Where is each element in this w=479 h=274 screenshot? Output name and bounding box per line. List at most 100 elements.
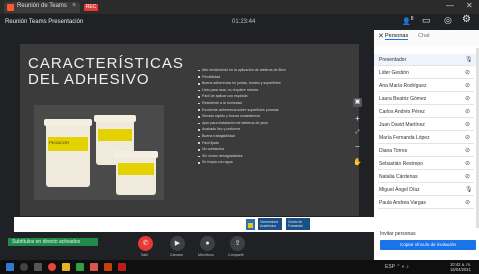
people-icon[interactable]: 👤8 (402, 16, 414, 25)
participant-row[interactable]: María Fernanda López ⊘ (374, 132, 476, 144)
zoom-out-icon[interactable]: − (353, 142, 362, 151)
settings-icon[interactable]: ⚙ (462, 14, 471, 25)
row-divider (378, 156, 474, 157)
product-jar-label (118, 163, 154, 175)
product-jar-lid (94, 115, 136, 122)
participant-row[interactable]: Paula Andrea Vargas ⊘ (374, 197, 476, 209)
activities-icon[interactable]: ◎ (444, 15, 452, 26)
mic-off-icon[interactable]: ⊘ (465, 160, 470, 167)
tab-people[interactable]: Personas (385, 33, 409, 40)
participant-row[interactable]: Carlos Andrés Pérez ⊘ (374, 106, 476, 118)
participant-row[interactable]: Lider Gestión ⊘ (374, 67, 476, 79)
mic-off-icon[interactable]: ⊘ (465, 121, 470, 128)
row-divider (378, 169, 474, 170)
product-jar (116, 155, 156, 195)
share-screen-label: Compartir (228, 253, 244, 257)
app-taskbar-icon[interactable] (90, 263, 98, 271)
camera-label: Cámara (170, 253, 183, 257)
participant-row[interactable]: Sebastián Restrepo ⊘ (374, 158, 476, 170)
participant-row[interactable]: Diana Torres ⊘ (374, 145, 476, 157)
browser-tab[interactable]: Reunión de Teams × (4, 2, 80, 13)
participant-name: María Fernanda López (379, 135, 430, 141)
participant-row[interactable]: Laura Beatriz Gómez ⊘ (374, 93, 476, 105)
call-controls-bar (0, 232, 374, 260)
participant-row[interactable]: Juan David Martínez ⊘ (374, 119, 476, 131)
zoom-fit-icon[interactable]: ⤢ (353, 128, 362, 137)
mic-off-icon[interactable]: ⊘ (465, 108, 470, 115)
explorer-taskbar-icon[interactable] (62, 263, 70, 271)
feature-item: Buena trabajabilidad (198, 133, 348, 140)
system-tray[interactable]: ESP ⌃ ◐ ♪ (385, 264, 409, 270)
feature-item: Fácil lijado (198, 140, 348, 147)
copy-invite-link-button[interactable]: Copiar vínculo de invitación (380, 240, 476, 250)
zoom-in-icon[interactable]: + (353, 114, 362, 123)
camera-button[interactable]: ▶ (170, 236, 185, 251)
participant-name: Natalia Cárdenas (379, 174, 418, 180)
leave-call-button[interactable]: ✆ (138, 236, 153, 251)
app-taskbar-icon[interactable] (118, 263, 126, 271)
row-divider (378, 117, 474, 118)
product-jar-label (98, 129, 132, 141)
clock-date: 15/04/2021 (450, 267, 471, 272)
meeting-name: Reunión Teams Presentación (5, 19, 84, 25)
panel-close-icon[interactable]: ✕ (378, 32, 384, 40)
feature-item: Secado rápido y buena consistencia (198, 113, 348, 120)
recording-badge: REC (84, 4, 98, 11)
window-close-icon[interactable]: ✕ (466, 1, 473, 10)
mic-off-icon[interactable]: ⊘ (465, 82, 470, 89)
row-divider (378, 91, 474, 92)
microphone-label: Micrófono (198, 253, 214, 257)
row-divider (378, 195, 474, 196)
mic-off-icon[interactable]: ⊘ (465, 95, 470, 102)
slide-footer (14, 217, 374, 232)
participant-row[interactable]: Miguel Ángel Díaz 🎙 (374, 184, 476, 196)
chat-icon[interactable]: ▭ (422, 15, 431, 26)
browser-taskbar-icon[interactable] (48, 263, 56, 271)
search-icon[interactable] (20, 263, 28, 271)
mic-off-icon[interactable]: ⊘ (465, 69, 470, 76)
product-jar (46, 123, 90, 187)
feature-list: Alto rendimiento en la aplicación de tab… (198, 67, 348, 166)
mic-on-icon[interactable]: 🎙 (465, 186, 473, 193)
feature-item: Excelente adherencia sobre superficies p… (198, 107, 348, 114)
app-taskbar-icon[interactable] (104, 263, 112, 271)
hand-tool-icon[interactable]: ✋ (353, 158, 362, 167)
tab-favicon-icon (7, 4, 14, 11)
mic-off-icon[interactable]: ⊘ (465, 134, 470, 141)
feature-item: Resistente a la humedad (198, 100, 348, 107)
window-minimize-icon[interactable]: — (446, 1, 454, 10)
leave-call-label: Salir (141, 253, 149, 257)
slide-title-line1: CARACTERÍSTICAS (28, 55, 184, 72)
fullscreen-icon[interactable]: ▣ (353, 98, 362, 107)
start-icon[interactable] (6, 263, 14, 271)
tab-chat[interactable]: Chat (418, 33, 430, 39)
feature-item: Fácil de aplicar con espátula (198, 93, 348, 100)
feature-item: Acabado liso y uniforme (198, 126, 348, 133)
product-label-text: PEGACOR (49, 140, 70, 145)
participant-row[interactable]: Natalia Cárdenas ⊘ (374, 171, 476, 183)
task-view-icon[interactable] (34, 263, 42, 271)
slide-title-line2: DEL ADHESIVO (28, 71, 150, 88)
participant-name: Lider Gestión (379, 70, 409, 76)
feature-item: Sin olores desagradables (198, 153, 348, 160)
feature-item: Apto para instalación de tableros de yes… (198, 120, 348, 127)
product-photo: PEGACOR (34, 105, 164, 200)
participant-name: Presentador (379, 57, 407, 63)
row-divider (378, 130, 474, 131)
row-divider (378, 65, 474, 66)
product-jar-lid (114, 151, 158, 158)
app-taskbar-icon[interactable] (76, 263, 84, 271)
share-screen-button[interactable]: ⇪ (230, 236, 245, 251)
mic-off-icon[interactable]: ⊘ (465, 199, 470, 206)
participant-row[interactable]: Presentador 🎙 (374, 54, 476, 66)
participant-row[interactable]: Ana María Rodríguez ⊘ (374, 80, 476, 92)
invite-people-label: Invitar personas (380, 231, 416, 237)
feature-item: Se limpia con agua (198, 159, 348, 166)
row-divider (378, 208, 474, 209)
mic-off-icon[interactable]: ⊘ (465, 147, 470, 154)
mic-off-icon[interactable]: ⊘ (465, 173, 470, 180)
tab-close-icon[interactable]: × (72, 2, 76, 9)
taskbar-clock[interactable]: 10:42 a. m. 15/04/2021 (450, 262, 471, 272)
mic-on-icon[interactable]: 🎙 (465, 56, 473, 63)
microphone-button[interactable]: ● (200, 236, 215, 251)
